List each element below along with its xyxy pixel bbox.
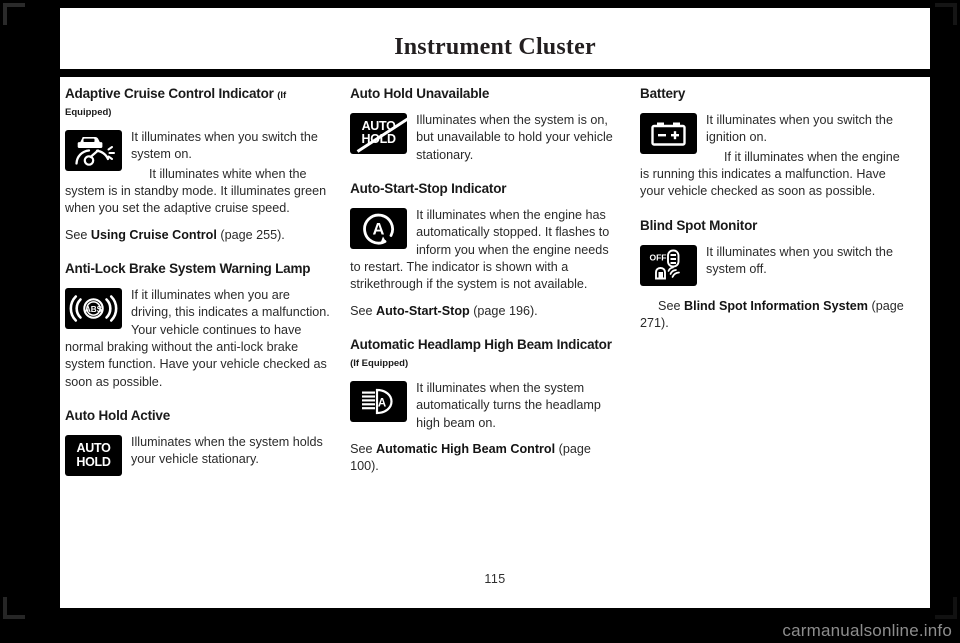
auto-hold-icon-line1: AUTO (76, 441, 111, 456)
see-prefix: See (658, 298, 684, 313)
auto-hold-unavailable-icon: AUTO HOLD (350, 112, 408, 154)
see-prefix: See (350, 442, 376, 456)
section-heading: Auto-Start-Stop Indicator (350, 181, 507, 196)
section-heading: Auto Hold Unavailable (350, 86, 490, 101)
section-heading: Blind Spot Monitor (640, 217, 758, 233)
indicator-row: ABS If it illuminates when you are drivi… (65, 287, 332, 391)
see-target[interactable]: Using Cruise Control (91, 228, 217, 242)
page-sheet: Instrument Cluster Adaptive Cruise Contr… (60, 8, 930, 608)
section-anti-lock-brake-system-warning-lamp: Anti-Lock Brake System Warning Lamp ABS (65, 261, 332, 391)
adaptive-cruise-control-icon (65, 129, 122, 171)
section-blind-spot-monitor: Blind Spot Monitor OFF It illuminates wh… (640, 218, 912, 333)
page-title: Instrument Cluster (394, 34, 596, 60)
indicator-row: It illuminates when you switch the syste… (65, 129, 332, 218)
see-prefix: See (350, 303, 376, 318)
cross-reference: See Using Cruise Control (page 255). (65, 227, 332, 244)
see-target[interactable]: Automatic High Beam Control (376, 442, 555, 456)
section-heading-qualifier: (If Equipped) (350, 358, 409, 369)
indicator-description-2: It illuminates white when the system is … (65, 166, 327, 216)
see-target[interactable]: Blind Spot Information System (684, 299, 868, 313)
section-battery: Battery It illuminates when you switch t… (640, 86, 912, 201)
crop-mark-top-left (3, 3, 25, 25)
see-suffix: (page 196). (469, 303, 538, 318)
section-adaptive-cruise-control-indicator: Adaptive Cruise Control Indicator (If Eq… (65, 86, 332, 244)
see-prefix: See (65, 227, 91, 242)
automatic-high-beam-icon: A (350, 380, 408, 422)
indicator-row: AUTO HOLD Illuminates when the system ho… (65, 434, 332, 479)
indicator-row: It illuminates when you switch the ignit… (640, 112, 912, 201)
cross-reference: See Auto-Start-Stop (page 196). (350, 303, 622, 320)
indicator-row: AUTO HOLD Illuminates when the system is… (350, 112, 622, 164)
section-heading: Auto Hold Active (65, 408, 171, 424)
section-heading: Adaptive Cruise Control Indicator (If Eq… (65, 86, 332, 120)
watermark: carmanualsonline.info (782, 621, 952, 640)
crop-mark-top-right (935, 3, 957, 25)
see-suffix: (page 255). (216, 227, 285, 242)
section-automatic-headlamp-high-beam-indicator: Automatic Headlamp High Beam Indicator (… (350, 337, 622, 476)
section-heading-text: Adaptive Cruise Control Indicator (65, 86, 274, 101)
cross-reference: See Automatic High Beam Control (page 10… (350, 441, 622, 476)
section-heading: Automatic Headlamp High Beam Indicator (… (350, 337, 622, 371)
column-left: Adaptive Cruise Control Indicator (If Eq… (60, 86, 350, 556)
section-heading: Anti-Lock Brake System Warning Lamp (65, 261, 311, 276)
see-target[interactable]: Auto-Start-Stop (376, 304, 470, 318)
section-heading-text: Automatic Headlamp High Beam Indicator (350, 337, 612, 353)
content-columns: Adaptive Cruise Control Indicator (If Eq… (60, 86, 930, 556)
crop-mark-bottom-left (3, 597, 25, 619)
battery-icon (640, 112, 698, 154)
section-auto-hold-unavailable: Auto Hold Unavailable AUTO HOLD Illumina… (350, 86, 622, 164)
column-middle: Auto Hold Unavailable AUTO HOLD Illumina… (350, 86, 640, 556)
auto-hold-icon: AUTO HOLD (65, 435, 122, 476)
indicator-row: A It illuminates when the engine has aut… (350, 207, 622, 294)
crop-mark-bottom-right (935, 597, 957, 619)
section-auto-hold-active: Auto Hold Active AUTO HOLD Illuminates w… (65, 408, 332, 479)
indicator-row: A It illuminates when the system automat… (350, 380, 622, 432)
abs-warning-icon: ABS (65, 287, 122, 329)
svg-text:OFF: OFF (650, 252, 667, 262)
page-header: Instrument Cluster (60, 8, 930, 69)
header-divider (60, 69, 930, 77)
auto-hold-icon-label: AUTO HOLD (65, 435, 122, 476)
indicator-description-2: If it illuminates when the engine is run… (640, 149, 900, 199)
blind-spot-monitor-off-icon: OFF (640, 244, 698, 286)
svg-text:A: A (373, 220, 385, 238)
manual-page: Instrument Cluster Adaptive Cruise Contr… (0, 0, 960, 643)
page-number: 115 (484, 572, 506, 586)
section-auto-start-stop-indicator: Auto-Start-Stop Indicator A It illuminat… (350, 181, 622, 320)
auto-hold-icon-line2: HOLD (76, 454, 111, 469)
cross-reference: See Blind Spot Information System (page … (640, 298, 912, 333)
column-right: Battery It illuminates when you switch t… (640, 86, 930, 556)
svg-text:ABS: ABS (85, 305, 103, 314)
auto-start-stop-icon: A (350, 207, 408, 249)
section-heading: Battery (640, 86, 686, 101)
svg-text:A: A (378, 397, 386, 409)
indicator-row: OFF It illuminates when you switch the s… (640, 244, 912, 289)
